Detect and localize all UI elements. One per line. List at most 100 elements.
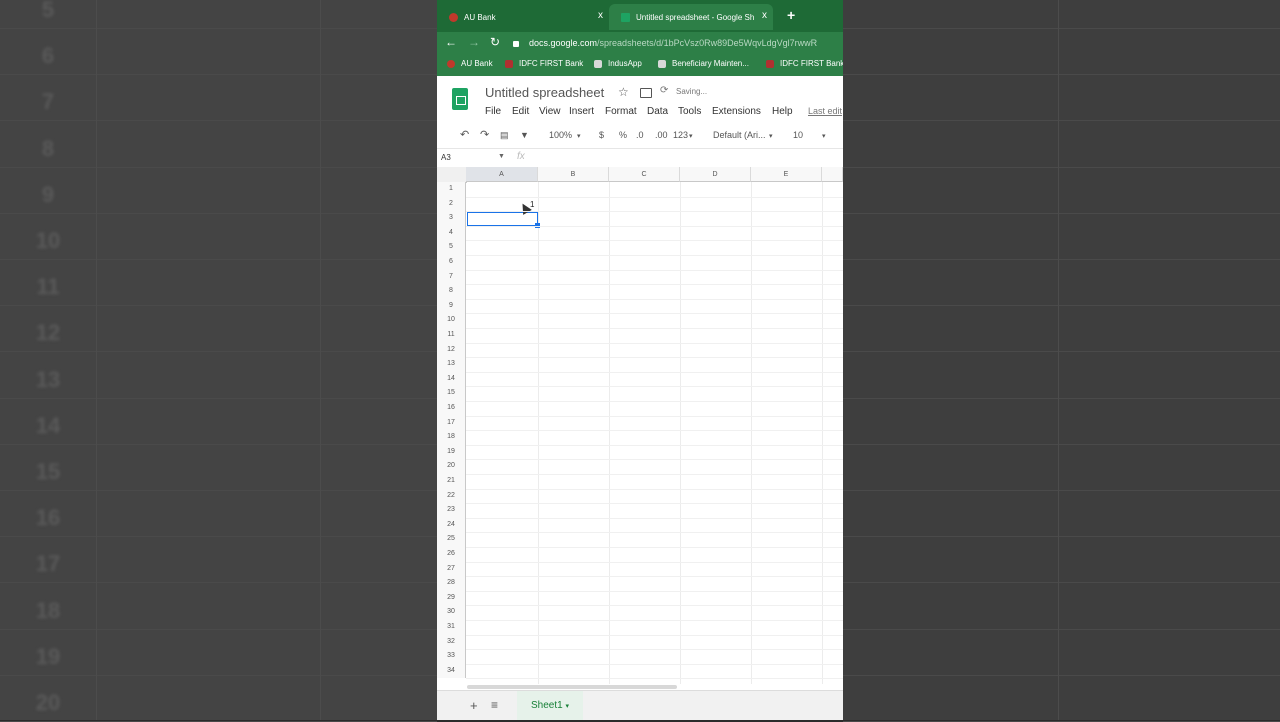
selected-cell-a3[interactable] — [467, 212, 538, 226]
background-grid-line — [843, 28, 1280, 29]
redo-icon[interactable]: ↷ — [480, 128, 489, 141]
row-header[interactable]: 9 — [437, 298, 466, 314]
row-header[interactable]: 29 — [437, 590, 466, 606]
row-header[interactable]: 11 — [437, 328, 466, 343]
more-formats-button[interactable]: 123 — [673, 130, 688, 140]
row-header[interactable]: 17 — [437, 415, 466, 431]
sheet-tab-sheet1[interactable]: Sheet1 ▾ — [517, 691, 583, 720]
row-header[interactable]: 19 — [437, 444, 466, 460]
row-header[interactable]: 2 — [437, 196, 466, 212]
row-header[interactable]: 31 — [437, 620, 466, 635]
row-header[interactable]: 26 — [437, 547, 466, 562]
row-header[interactable]: 13 — [437, 357, 466, 372]
row-header[interactable]: 7 — [437, 269, 466, 285]
forward-icon[interactable]: → — [468, 35, 480, 49]
chevron-down-icon[interactable]: ▾ — [577, 132, 581, 140]
undo-icon[interactable]: ↶ — [460, 128, 469, 141]
back-icon[interactable]: ← — [445, 35, 457, 49]
row-header[interactable]: 16 — [437, 401, 466, 416]
chevron-down-icon[interactable]: ▼ — [498, 153, 505, 160]
close-icon[interactable]: x — [598, 10, 603, 21]
star-icon[interactable]: ☆ — [618, 85, 629, 99]
row-header[interactable]: 23 — [437, 503, 466, 518]
row-header[interactable]: 8 — [437, 284, 466, 299]
column-header-b[interactable]: B — [538, 167, 609, 182]
row-header[interactable]: 3 — [437, 211, 466, 226]
row-header[interactable]: 1 — [437, 182, 466, 197]
currency-button[interactable]: $ — [599, 130, 604, 140]
url-path: /spreadsheets/d/1bPcVsz0Rw89De5WqvLdgVgl… — [597, 38, 818, 48]
row-header[interactable]: 5 — [437, 240, 466, 255]
print-icon[interactable]: ▤ — [500, 130, 509, 141]
menu-file[interactable]: File — [485, 106, 501, 117]
row-header[interactable]: 27 — [437, 561, 466, 577]
bookmark-idfc-first-bank-2[interactable]: IDFC FIRST Bank — [766, 59, 843, 68]
bookmark-indusapp[interactable]: IndusApp — [594, 59, 642, 68]
bookmark-beneficiary[interactable]: Beneficiary Mainten... — [658, 59, 749, 68]
chevron-down-icon[interactable]: ▾ — [822, 132, 826, 140]
grid-line — [751, 182, 752, 684]
font-select[interactable]: Default (Ari... — [713, 130, 766, 140]
tab-spreadsheet[interactable]: Untitled spreadsheet - Google Sh x — [609, 4, 773, 30]
document-title[interactable]: Untitled spreadsheet — [485, 85, 604, 100]
menu-edit[interactable]: Edit — [512, 106, 529, 117]
decrease-decimal-button[interactable]: .0 — [636, 130, 644, 140]
close-icon[interactable]: x — [762, 10, 767, 21]
menu-help[interactable]: Help — [772, 106, 793, 117]
row-header[interactable]: 33 — [437, 649, 466, 664]
menu-data[interactable]: Data — [647, 106, 668, 117]
column-header-a[interactable]: A — [466, 167, 538, 182]
column-header-f[interactable] — [822, 167, 843, 182]
menu-insert[interactable]: Insert — [569, 106, 594, 117]
reload-icon[interactable]: ↻ — [490, 35, 500, 49]
row-header[interactable]: 28 — [437, 576, 466, 591]
column-header-e[interactable]: E — [751, 167, 822, 182]
last-edit-link[interactable]: Last edit — [808, 106, 842, 116]
row-header[interactable]: 14 — [437, 371, 466, 387]
grid-line — [466, 371, 843, 373]
menu-tools[interactable]: Tools — [678, 106, 701, 117]
menu-view[interactable]: View — [539, 106, 561, 117]
row-header[interactable]: 22 — [437, 488, 466, 504]
row-header[interactable]: 25 — [437, 532, 466, 547]
row-header[interactable]: 4 — [437, 225, 466, 241]
row-header[interactable]: 34 — [437, 663, 466, 679]
background-row-number: 8 — [41, 135, 55, 161]
paint-format-icon[interactable]: ▼ — [520, 130, 529, 140]
bookmark-idfc-first-bank[interactable]: IDFC FIRST Bank — [505, 59, 583, 68]
row-header[interactable]: 15 — [437, 386, 466, 401]
select-all-corner[interactable] — [437, 167, 467, 183]
horizontal-scrollbar[interactable] — [467, 685, 677, 689]
move-to-folder-icon[interactable] — [640, 88, 652, 98]
google-sheets-logo-icon[interactable] — [452, 88, 468, 110]
url-field[interactable]: docs.google.com/spreadsheets/d/1bPcVsz0R… — [513, 35, 843, 51]
chevron-down-icon[interactable]: ▾ — [565, 703, 569, 710]
menu-extensions[interactable]: Extensions — [712, 106, 761, 117]
font-size-select[interactable]: 10 — [793, 130, 803, 140]
row-header[interactable]: 18 — [437, 430, 466, 445]
menu-format[interactable]: Format — [605, 106, 637, 117]
row-header[interactable]: 12 — [437, 342, 466, 358]
chevron-down-icon[interactable]: ▾ — [769, 132, 773, 140]
column-header-c[interactable]: C — [609, 167, 680, 182]
new-tab-button[interactable]: + — [787, 7, 795, 23]
row-header[interactable]: 32 — [437, 634, 466, 650]
row-header[interactable]: 20 — [437, 459, 466, 474]
all-sheets-button[interactable]: ≡ — [491, 698, 498, 712]
zoom-select[interactable]: 100% — [549, 130, 572, 140]
fx-icon: fx — [517, 151, 525, 162]
percent-button[interactable]: % — [619, 130, 627, 140]
add-sheet-button[interactable]: + — [470, 698, 478, 713]
tab-au-bank[interactable]: AU Bank x — [437, 4, 609, 30]
increase-decimal-button[interactable]: .00 — [655, 130, 668, 140]
row-header[interactable]: 21 — [437, 474, 466, 489]
row-header[interactable]: 6 — [437, 255, 466, 270]
row-header[interactable]: 30 — [437, 605, 466, 620]
column-header-d[interactable]: D — [680, 167, 751, 182]
row-header[interactable]: 10 — [437, 313, 466, 328]
name-box[interactable]: A3 — [441, 153, 451, 162]
bookmark-au-bank[interactable]: AU Bank — [447, 59, 493, 68]
row-header[interactable]: 24 — [437, 517, 466, 533]
spreadsheet-grid[interactable]: A B C D E 1 1 2 3 4 5 6 7 8 9 10 11 12 13 14 15 16 17 18 1… — [437, 167, 843, 684]
chevron-down-icon[interactable]: ▾ — [689, 132, 693, 140]
